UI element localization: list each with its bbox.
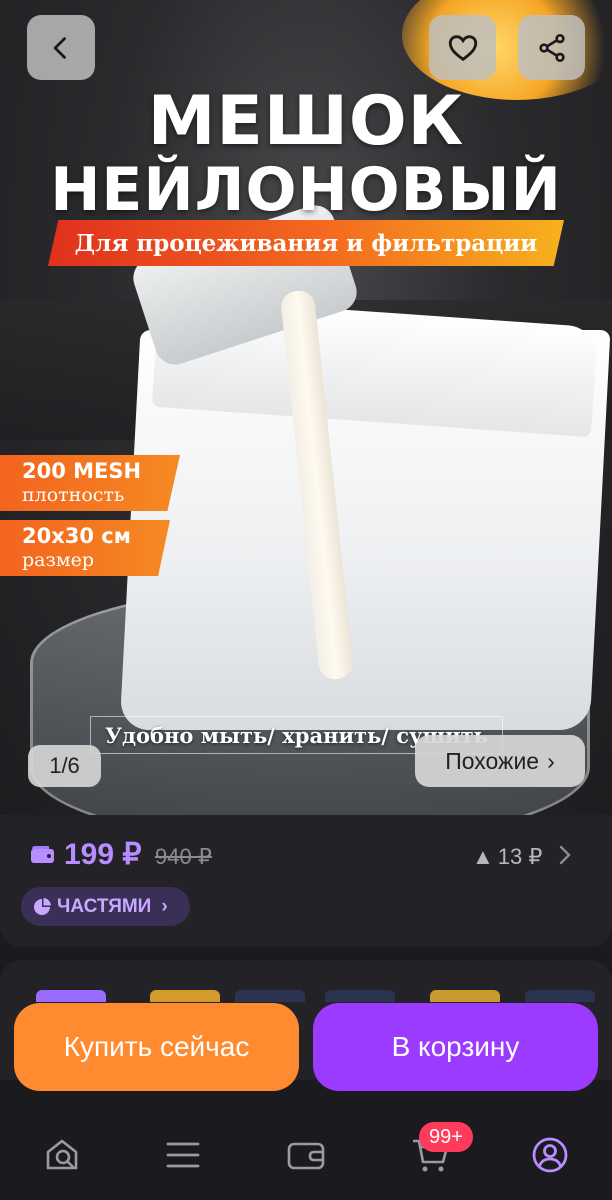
spec-density-label: плотность [22,484,125,506]
variant-thumb[interactable] [525,990,595,1002]
chevron-right-icon: › [161,895,168,917]
nav-home[interactable] [40,1133,84,1177]
variant-thumb[interactable] [150,990,220,1002]
spec-size-label: размер [22,549,95,571]
cashback[interactable]: ▲ 13 ₽ [472,844,542,870]
similar-label: Похожие [445,747,540,774]
product-screen: МЕШОК НЕЙЛОНОВЫЙ Для процеживания и филь… [0,0,612,1200]
nav-catalog[interactable] [161,1133,205,1177]
wallet-icon [31,846,54,863]
image-counter: 1/6 [28,745,101,787]
installments-button[interactable]: ЧАСТЯМИ › [21,887,190,926]
product-subtitle: Для процеживания и фильтрации [48,220,564,266]
profile-icon [532,1137,568,1173]
nav-wallet[interactable] [284,1133,328,1177]
chevron-left-icon [53,36,66,59]
add-to-cart-button[interactable]: В корзину [313,1003,598,1091]
heart-icon [448,34,477,61]
favorite-button[interactable] [429,15,496,80]
product-subtitle-text: Для процеживания и фильтрации [74,229,538,257]
cashback-arrow-icon: ▲ [472,844,494,869]
variant-thumb[interactable] [36,990,106,1002]
cart-badge: 99+ [419,1122,473,1152]
back-button[interactable] [27,15,95,80]
spec-density-value: 200 MESH [22,459,142,483]
old-price: 940 ₽ [155,844,212,869]
share-button[interactable] [518,15,585,80]
chevron-right-icon: › [547,747,555,774]
home-search-icon [46,1139,78,1170]
spec-size: 20x30 см размер [0,520,170,576]
variant-thumb[interactable] [325,990,395,1002]
product-image[interactable]: МЕШОК НЕЙЛОНОВЫЙ Для процеживания и филь… [0,0,612,815]
installments-label: ЧАСТЯМИ [57,895,152,917]
cashback-value: 13 ₽ [497,844,543,869]
similar-button[interactable]: Похожие › [415,735,585,787]
product-title-line1: МЕШОК [147,82,465,161]
pie-chart-icon [34,897,51,915]
current-price: 199 ₽ [64,838,142,871]
spec-size-value: 20x30 см [22,524,131,548]
spec-density: 200 MESH плотность [0,455,180,511]
chevron-right-icon[interactable] [556,842,574,868]
product-title-line2: НЕЙЛОНОВЫЙ [50,155,562,225]
variant-thumb[interactable] [430,990,500,1002]
buy-now-button[interactable]: Купить сейчас [14,1003,299,1091]
catalog-icon [166,1142,200,1168]
nav-profile[interactable] [528,1133,572,1177]
share-icon [538,33,565,62]
wallet-icon [287,1142,325,1170]
variant-thumb[interactable] [235,990,305,1002]
price-card [0,815,612,947]
